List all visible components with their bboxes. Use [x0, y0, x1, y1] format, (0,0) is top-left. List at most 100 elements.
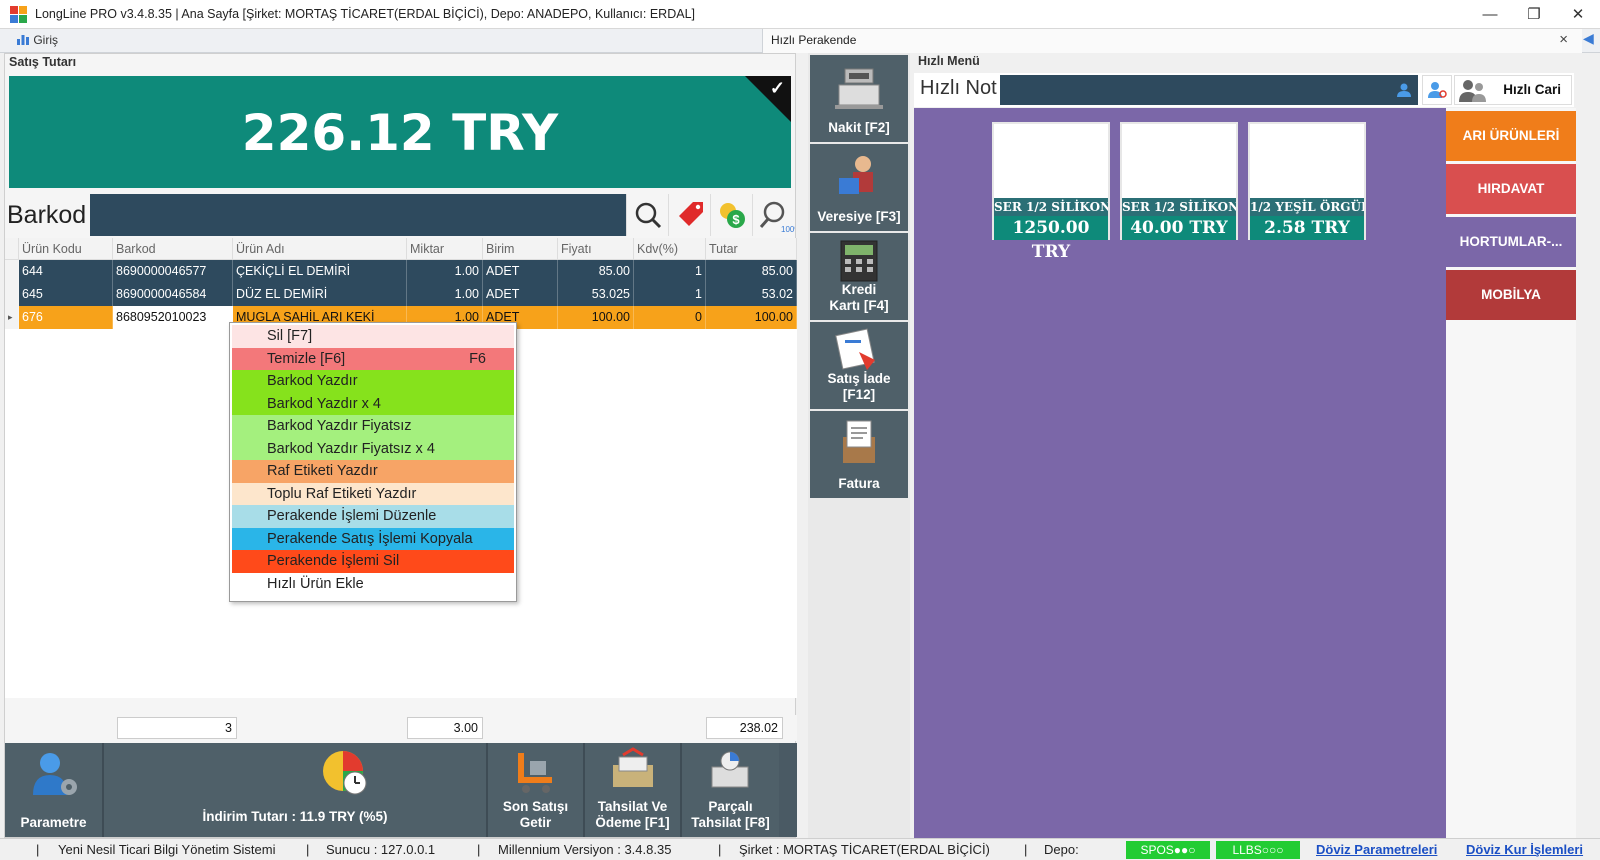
- person-ledger-icon: [839, 156, 873, 194]
- hizli-not-input[interactable]: [1000, 75, 1418, 105]
- menu-item-label: Temizle [F6]: [267, 350, 346, 367]
- col-header-birim[interactable]: Birim: [483, 238, 558, 260]
- cell-fiyati: 85.00: [558, 260, 634, 283]
- user-search-icon: [1428, 82, 1447, 98]
- user-search-button[interactable]: [1422, 75, 1452, 105]
- tahsilat-label: Tahsilat Ve Ödeme [F1]: [585, 799, 680, 831]
- price-tag-button[interactable]: [668, 194, 710, 236]
- barcode-input[interactable]: [90, 194, 626, 236]
- maximize-button[interactable]: ❐: [1512, 0, 1556, 29]
- product-tile[interactable]: SER 1/2 SİLİKONL 40.00 TRY: [1120, 122, 1238, 240]
- cell-kdv: 1: [634, 260, 706, 283]
- price-tag-icon: [679, 202, 703, 226]
- check-icon[interactable]: ✓: [770, 78, 785, 99]
- sum-miktar: 3.00: [407, 717, 483, 739]
- parcali-tahsilat-button[interactable]: Parçalı Tahsilat [F8]: [682, 743, 779, 837]
- product-tile[interactable]: 1/2 YEŞİL ÖRGÜLÜ 2.58 TRY: [1248, 122, 1366, 240]
- kredi-line1: Kredi: [841, 282, 877, 297]
- menu-item-barkod-yazdir-fiyatsiz[interactable]: Barkod Yazdır Fiyatsız: [232, 415, 514, 438]
- satis-iade-button[interactable]: Satış İade [F12]: [810, 322, 908, 409]
- category-list: ARI ÜRÜNLERİ HIRDAVAT HORTUMLAR-... MOBİ…: [1446, 108, 1576, 838]
- minimize-button[interactable]: —: [1468, 0, 1512, 29]
- menu-item-label: Barkod Yazdır: [267, 373, 358, 389]
- menu-item-satis-kopyala[interactable]: Perakende Satış İşlemi Kopyala: [232, 527, 514, 550]
- cell-miktar: 1.00: [407, 283, 483, 306]
- cart-history-icon: [518, 753, 552, 793]
- tahsilat-odeme-button[interactable]: Tahsilat Ve Ödeme [F1]: [585, 743, 682, 837]
- col-header-barkod[interactable]: Barkod: [113, 238, 233, 260]
- context-menu: Sil [F7] Temizle [F6] F6 Barkod Yazdır Ba…: [229, 322, 517, 602]
- tab-hizli-perakende[interactable]: Hızlı Perakende ×: [762, 29, 1582, 53]
- doviz-parametreleri-link[interactable]: Döviz Parametreleri: [1316, 842, 1437, 857]
- sales-total-label: Satış Tutarı: [9, 55, 77, 69]
- users-icon: [1459, 80, 1486, 102]
- menu-item-barkod-yazdir[interactable]: Barkod Yazdır: [232, 370, 514, 393]
- tab-nav-arrow-icon[interactable]: ◀: [1583, 30, 1594, 47]
- status-sep: |: [718, 842, 722, 857]
- menu-item-barkod-yazdir-x4[interactable]: Barkod Yazdır x 4: [232, 392, 514, 415]
- menu-item-label: Toplu Raf Etiketi Yazdır: [267, 485, 417, 502]
- product-name: SER 1/2 SİLİKONL: [1122, 198, 1236, 216]
- col-header-urun-kodu[interactable]: Ürün Kodu: [19, 238, 113, 260]
- tab-close-button[interactable]: ×: [1559, 31, 1568, 48]
- fatura-button[interactable]: Fatura: [810, 411, 908, 498]
- cell-kdv: 1: [634, 283, 706, 306]
- kredi-karti-button[interactable]: Kredi Kartı [F4]: [810, 233, 908, 320]
- menu-item-label: Barkod Yazdır Fiyatsız x 4: [267, 440, 435, 457]
- veresiye-label: Veresiye [F3]: [817, 209, 901, 224]
- menu-item-islem-duzenle[interactable]: Perakende İşlemi Düzenle: [232, 505, 514, 528]
- parcali-line1: Parçalı: [708, 799, 753, 814]
- menu-item-raf-etiketi[interactable]: Raf Etiketi Yazdır: [232, 460, 514, 483]
- total-amount: 226.12 TRY: [241, 104, 559, 162]
- col-header-kdv[interactable]: Kdv(%): [634, 238, 706, 260]
- row-selector[interactable]: [5, 260, 19, 283]
- hizli-cari-button[interactable]: Hızlı Cari: [1454, 75, 1572, 105]
- col-header-fiyati[interactable]: Fiyatı: [558, 238, 634, 260]
- category-hirdavat[interactable]: HIRDAVAT: [1446, 164, 1576, 214]
- tab-giris-label: Giriş: [33, 33, 59, 47]
- search-button[interactable]: [626, 194, 668, 236]
- row-selector[interactable]: [5, 283, 19, 306]
- zoom-button[interactable]: 100%: [752, 194, 801, 236]
- menu-item-label: Perakende Satış İşlemi Kopyala: [267, 530, 473, 547]
- menu-item-islem-sil[interactable]: Perakende İşlemi Sil: [232, 550, 514, 573]
- svg-text:100%: 100%: [781, 225, 795, 234]
- tahsilat-line2: Ödeme [F1]: [595, 815, 670, 830]
- col-header-miktar[interactable]: Miktar: [407, 238, 483, 260]
- cell-barkod[interactable]: 8680952010023: [113, 306, 233, 329]
- indirim-button[interactable]: İndirim Tutarı : 11.9 TRY (%5): [104, 743, 488, 837]
- status-versiyon: Millennium Versiyon : 3.4.8.35: [498, 842, 672, 857]
- col-header-urun-adi[interactable]: Ürün Adı: [233, 238, 407, 260]
- nakit-button[interactable]: Nakit [F2]: [810, 55, 908, 142]
- menu-item-toplu-raf-etiketi[interactable]: Toplu Raf Etiketi Yazdır: [232, 482, 514, 505]
- category-mobilya[interactable]: MOBİLYA: [1446, 270, 1576, 320]
- invoice-icon: [843, 420, 875, 463]
- veresiye-button[interactable]: Veresiye [F3]: [810, 144, 908, 231]
- row-header-corner: [5, 238, 19, 260]
- zoom-icon: 100%: [759, 201, 801, 234]
- category-hortumlar[interactable]: HORTUMLAR-...: [1446, 217, 1576, 267]
- table-row[interactable]: 645 8690000046584 DÜZ EL DEMİRİ 1.00 ADE…: [5, 283, 797, 306]
- table-row[interactable]: 644 8690000046577 ÇEKİÇLİ EL DEMİRİ 1.00…: [5, 260, 797, 283]
- menu-item-temizle[interactable]: Temizle [F6] F6: [232, 347, 514, 370]
- menu-item-barkod-yazdir-fiyatsiz-x4[interactable]: Barkod Yazdır Fiyatsız x 4: [232, 437, 514, 460]
- doviz-kur-islemleri-link[interactable]: Döviz Kur İşlemleri: [1466, 842, 1583, 857]
- col-header-tutar[interactable]: Tutar: [706, 238, 797, 260]
- son-satis-label: Son Satışı Getir: [488, 799, 583, 831]
- row-selector-arrow-icon[interactable]: ▸: [5, 306, 19, 329]
- card-terminal-icon: [840, 240, 878, 282]
- close-window-button[interactable]: ✕: [1556, 0, 1600, 29]
- tab-giris[interactable]: Giriş: [16, 32, 58, 50]
- parametre-button[interactable]: Parametre: [5, 743, 104, 837]
- son-satis-getir-button[interactable]: Son Satışı Getir: [488, 743, 585, 837]
- cash-register-icon: [835, 68, 883, 109]
- return-icon: [835, 328, 875, 370]
- menu-item-hizli-urun-ekle[interactable]: Hızlı Ürün Ekle: [232, 572, 514, 595]
- currency-button[interactable]: $: [710, 194, 752, 236]
- hizli-cari-label: Hızlı Cari: [1503, 82, 1561, 97]
- user-icon: [1397, 83, 1411, 97]
- menu-item-sil[interactable]: Sil [F7]: [232, 325, 514, 348]
- category-ari-urunleri[interactable]: ARI ÜRÜNLERİ: [1446, 111, 1576, 161]
- product-tile[interactable]: SER 1/2 SİLİKONL 1250.00 TRY: [992, 122, 1110, 262]
- kredi-line2: Kartı [F4]: [829, 298, 889, 313]
